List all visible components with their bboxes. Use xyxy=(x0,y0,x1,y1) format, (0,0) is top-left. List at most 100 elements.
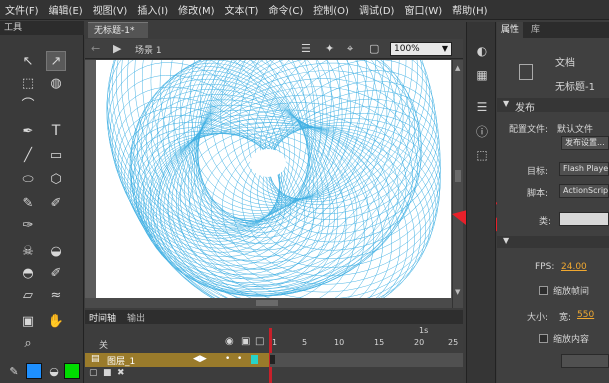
lock-dot-icon[interactable]: • xyxy=(237,354,242,364)
width-tool-icon[interactable]: ≈ xyxy=(46,285,66,305)
menu-window[interactable]: 窗口(W) xyxy=(399,2,447,17)
ink-bottle-icon[interactable]: ◓ xyxy=(18,263,38,283)
edit-symbol-icon[interactable]: ✦ xyxy=(325,42,334,55)
scene-icon: ▶ xyxy=(113,42,122,55)
deco-brush-icon[interactable]: ✑ xyxy=(18,215,38,235)
hand-icon[interactable]: ✋ xyxy=(46,311,66,331)
publish-settings-button[interactable]: 发布设置... xyxy=(561,136,609,150)
script-select[interactable]: ActionScript xyxy=(559,184,609,198)
scale-content-checkbox[interactable] xyxy=(539,334,548,343)
class-input[interactable] xyxy=(559,212,609,226)
text-icon[interactable]: T xyxy=(46,121,66,141)
layer-color-swatch xyxy=(251,355,258,364)
delete-layer-icon[interactable]: ✖ xyxy=(117,368,125,378)
back-arrow-icon[interactable]: ← xyxy=(91,42,100,55)
menu-debug[interactable]: 调试(D) xyxy=(354,2,400,17)
layer-name[interactable]: 图层_1 xyxy=(107,354,135,367)
document-tab[interactable]: 无标题-1* × xyxy=(88,22,148,52)
menu-help[interactable]: 帮助(H) xyxy=(447,2,492,17)
doc-name-label: 无标题-1 xyxy=(555,82,595,93)
publish-section-header[interactable]: ▼ 发布 xyxy=(497,98,609,114)
menu-modify[interactable]: 修改(M) xyxy=(173,2,219,17)
edit-scene-icon[interactable]: ☰ xyxy=(301,42,311,55)
size-label: 大小: xyxy=(527,313,549,323)
lasso-icon[interactable]: ⌒ xyxy=(18,95,38,115)
pencil-small-icon[interactable]: ✎ xyxy=(4,361,24,381)
pen-icon[interactable]: ✒ xyxy=(18,121,38,141)
menu-file[interactable]: 文件(F) xyxy=(0,2,44,17)
zoom-value: 100% xyxy=(394,44,420,54)
free-transform-icon[interactable]: ⬚ xyxy=(18,73,38,93)
advanced-button[interactable] xyxy=(561,354,609,368)
stage-canvas[interactable] xyxy=(96,0,451,324)
frame-nav-icon[interactable]: ◀▶ xyxy=(193,354,207,364)
properties-section-header[interactable]: ▼ xyxy=(497,236,609,248)
spiro-loop xyxy=(131,78,347,303)
scroll-up-icon[interactable]: ▲ xyxy=(455,64,461,72)
tab-library[interactable]: 库 xyxy=(527,22,544,38)
vertical-scroll-thumb[interactable] xyxy=(455,170,461,182)
oval-icon[interactable]: ⬭ xyxy=(18,169,38,189)
transform-icon[interactable]: ⬚ xyxy=(473,146,491,164)
width-value[interactable]: 550 xyxy=(577,310,594,320)
menu-text[interactable]: 文本(T) xyxy=(220,2,264,17)
visibility-dot-icon[interactable]: • xyxy=(225,354,230,364)
bone-icon[interactable]: ☠ xyxy=(18,241,38,261)
fps-value[interactable]: 24.00 xyxy=(561,262,587,272)
frames-row[interactable] xyxy=(270,353,463,367)
menu-commands[interactable]: 命令(C) xyxy=(263,2,308,17)
stroke-color-swatch[interactable] xyxy=(26,363,42,379)
spiro-loop xyxy=(115,0,308,228)
align-icon[interactable]: ☰ xyxy=(473,98,491,116)
panel-icon-strip: ◐ ▦ ☰ ⓘ ⬚ xyxy=(466,22,496,383)
subselection-arrow-icon[interactable]: ↗ xyxy=(46,51,66,71)
horizontal-scrollbar[interactable] xyxy=(85,298,452,308)
swatches-grid-icon[interactable]: ▦ xyxy=(473,66,491,84)
new-folder-icon[interactable]: ■ xyxy=(103,368,112,378)
pencil-icon[interactable]: ✎ xyxy=(18,193,38,213)
keyframe[interactable] xyxy=(270,355,275,364)
tab-timeline[interactable]: 时间轴 xyxy=(89,311,116,324)
tab-properties[interactable]: 属性 xyxy=(497,22,524,38)
eraser-icon[interactable]: ▱ xyxy=(18,285,38,305)
selection-arrow-icon[interactable]: ↖ xyxy=(18,51,38,71)
target-select[interactable]: Flash Player xyxy=(559,162,609,176)
outline-icon[interactable]: □ xyxy=(255,336,264,347)
spiro-loop xyxy=(199,127,434,300)
polystar-icon[interactable]: ⬡ xyxy=(46,169,66,189)
chevron-down-icon: ▼ xyxy=(503,236,510,245)
spiro-loop xyxy=(257,106,441,251)
rectangle-icon[interactable]: ▭ xyxy=(46,145,66,165)
layer-folder-label: 关 xyxy=(99,341,109,351)
paint-bucket-small-icon[interactable]: ◒ xyxy=(44,361,64,381)
zoom-icon[interactable]: ⌕ xyxy=(18,333,38,353)
eye-icon[interactable]: ◉ xyxy=(225,336,234,347)
menu-edit[interactable]: 编辑(E) xyxy=(44,2,88,17)
properties-panel: 属性 库 文档 无标题-1 ▼ 发布 配置文件: 默认文件 发布设置... 目标… xyxy=(497,22,609,383)
timeline-ruler[interactable]: 1 5 10 15 20 25 xyxy=(270,338,463,348)
horizontal-scroll-thumb[interactable] xyxy=(256,300,278,306)
tab-output[interactable]: 输出 xyxy=(127,311,145,324)
color-palette-icon[interactable]: ◐ xyxy=(473,42,491,60)
scale-frames-checkbox[interactable] xyxy=(539,286,548,295)
ruler-tick: 5 xyxy=(302,338,308,347)
spiro-loop xyxy=(191,37,328,222)
menu-control[interactable]: 控制(O) xyxy=(308,2,354,17)
paint-bucket-icon[interactable]: ◒ xyxy=(46,241,66,261)
brush-icon[interactable]: ✐ xyxy=(46,193,66,213)
eyedropper-icon[interactable]: ✐ xyxy=(46,263,66,283)
info-icon[interactable]: ⓘ xyxy=(473,122,491,140)
zoom-select[interactable]: 100% ▼ xyxy=(390,42,452,56)
new-layer-icon[interactable]: ▢ xyxy=(89,368,98,378)
center-stage-icon[interactable]: ⌖ xyxy=(347,42,353,56)
line-icon[interactable]: ╱ xyxy=(18,145,38,165)
lock-icon[interactable]: ▣ xyxy=(241,336,250,347)
document-icon xyxy=(519,64,533,80)
fill-color-swatch[interactable] xyxy=(64,363,80,379)
layer-row[interactable]: ▤ 图层_1 ◀▶ • • xyxy=(85,353,269,367)
menu-view[interactable]: 视图(V) xyxy=(88,2,133,17)
3d-rotation-icon[interactable]: ◍ xyxy=(46,73,66,93)
menu-insert[interactable]: 插入(I) xyxy=(132,2,173,17)
camera-icon[interactable]: ▣ xyxy=(18,311,38,331)
clip-stage-icon[interactable]: ▢ xyxy=(369,42,379,55)
